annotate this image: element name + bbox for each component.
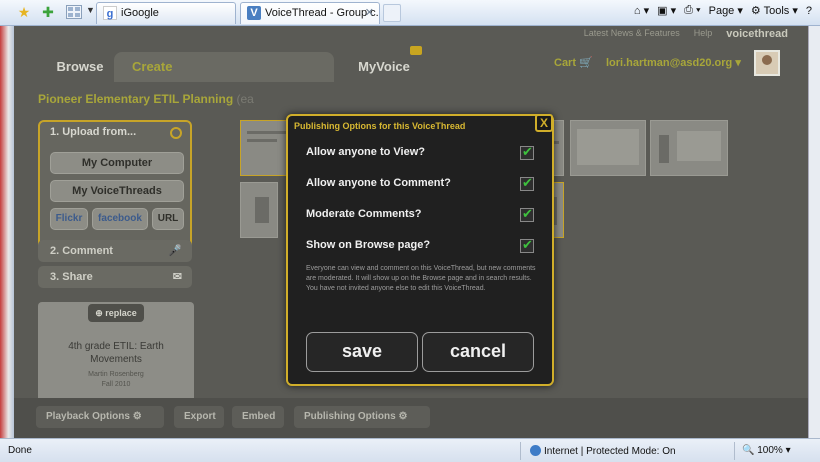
browser-tab-igoogle[interactable]: g iGoogle <box>96 2 236 24</box>
google-icon: g <box>103 6 117 20</box>
command-bar: ⌂ ▾ ▣ ▾ ⎙ ▾ Page ▾ ⚙ Tools ▾ ? <box>634 4 812 17</box>
help-icon[interactable]: ? <box>806 5 812 17</box>
status-divider <box>520 442 521 460</box>
browser-tab-bar: ★ ✚ ▼ g iGoogle V VoiceThread - Group c.… <box>0 0 820 26</box>
slide-thumbnail[interactable] <box>570 120 646 176</box>
embed-button[interactable]: Embed <box>232 406 284 428</box>
share-step[interactable]: 3. Share ✉ <box>38 266 192 288</box>
status-text: Done <box>8 445 32 456</box>
favorites-star-icon[interactable]: ★ <box>16 4 32 20</box>
chevron-down-icon: ▾ <box>735 57 741 69</box>
facebook-button[interactable]: facebook <box>92 208 148 230</box>
status-bar: Done Internet | Protected Mode: On 🔍 100… <box>0 438 820 462</box>
add-favorites-icon[interactable]: ✚ <box>40 4 56 20</box>
option-label: Allow anyone to Comment? <box>306 177 451 189</box>
show-on-browse-checkbox[interactable] <box>520 237 534 253</box>
tab-create[interactable]: Create <box>114 52 334 82</box>
url-button[interactable]: URL <box>152 208 184 230</box>
tab-label: VoiceThread - Group c... <box>265 7 380 19</box>
upload-panel-title: 1. Upload from... <box>50 126 137 138</box>
page-menu[interactable]: Page ▾ <box>709 4 743 17</box>
allow-comment-checkbox[interactable] <box>520 175 534 191</box>
slide-thumbnail[interactable] <box>240 182 278 238</box>
cart-icon: 🛒 <box>579 57 593 69</box>
voicethread-tab-icon: V <box>247 6 261 20</box>
tab-label: iGoogle <box>121 7 159 19</box>
my-computer-button[interactable]: My Computer <box>50 152 184 174</box>
option-label: Show on Browse page? <box>306 239 431 251</box>
voicethread-logo: voicethread <box>726 28 788 40</box>
flickr-button[interactable]: Flickr <box>50 208 88 230</box>
home-icon[interactable]: ⌂ ▾ <box>634 4 649 17</box>
close-button[interactable]: X <box>535 114 553 132</box>
status-divider <box>734 442 735 460</box>
publishing-options-button[interactable]: Publishing Options ⚙ <box>294 406 430 428</box>
bottom-toolbar: Playback Options ⚙ Export Embed Publishi… <box>14 398 808 438</box>
help-link[interactable]: Help <box>694 28 713 40</box>
playback-options-button[interactable]: Playback Options ⚙ <box>36 406 164 428</box>
gear-icon: ⚙ <box>398 411 408 422</box>
news-link[interactable]: Latest News & Features <box>584 28 680 40</box>
comment-step[interactable]: 2. Comment 🎤 <box>38 240 192 262</box>
zoom-level[interactable]: 🔍 100% ▾ <box>742 445 791 456</box>
left-window-edge <box>0 26 14 438</box>
screen: ★ ✚ ▼ g iGoogle V VoiceThread - Group c.… <box>0 0 820 462</box>
feeds-icon[interactable]: ▣ ▾ <box>657 4 676 17</box>
card-title: 4th grade ETIL: Earth Movements <box>68 341 164 365</box>
upload-panel: 1. Upload from... My Computer My VoiceTh… <box>38 120 192 260</box>
avatar[interactable] <box>754 50 780 76</box>
new-tab-button[interactable] <box>383 4 401 22</box>
my-voicethreads-button[interactable]: My VoiceThreads <box>50 180 184 202</box>
export-button[interactable]: Export <box>174 406 224 428</box>
card-subtitle: Martin Rosenberg Fall 2010 <box>88 371 144 388</box>
save-button[interactable]: save <box>306 332 418 372</box>
refresh-icon[interactable] <box>170 127 182 139</box>
settings-description: Everyone can view and comment on this Vo… <box>306 265 536 292</box>
option-label: Allow anyone to View? <box>306 146 425 158</box>
notification-bubble-icon <box>410 46 422 55</box>
print-icon[interactable]: ⎙ ▾ <box>684 4 700 17</box>
gear-icon: ⚙ <box>132 411 142 422</box>
tab-list-dropdown-icon[interactable]: ▼ <box>86 5 95 15</box>
slide-thumbnail[interactable] <box>650 120 728 176</box>
moderate-comments-checkbox[interactable] <box>520 206 534 222</box>
user-menu[interactable]: lori.hartman@asd20.org ▾ <box>606 56 741 69</box>
option-label: Moderate Comments? <box>306 208 422 220</box>
quick-tabs-icon[interactable] <box>66 5 82 19</box>
tab-myvoice[interactable]: MyVoice <box>344 52 424 82</box>
replace-button[interactable]: ⊕ replace <box>88 304 144 322</box>
publishing-options-dialog: Publishing Options for this VoiceThread … <box>286 114 554 386</box>
dialog-title: Publishing Options for this VoiceThread <box>294 121 466 131</box>
allow-view-checkbox[interactable] <box>520 144 534 160</box>
cart-link[interactable]: Cart 🛒 <box>554 56 593 69</box>
close-tab-icon[interactable]: ✕ <box>365 3 374 23</box>
page-title: Pioneer Elementary ETIL Planning (ea <box>38 92 254 106</box>
voicethread-app: Latest News & Features Help voicethread … <box>14 26 808 438</box>
top-links: Latest News & Features Help voicethread <box>584 28 788 40</box>
scrollbar[interactable] <box>808 26 820 438</box>
browser-tab-voicethread[interactable]: V VoiceThread - Group c... ✕ <box>240 2 380 24</box>
security-zone[interactable]: Internet | Protected Mode: On <box>530 445 676 457</box>
microphone-icon: 🎤 <box>168 245 182 257</box>
cancel-button[interactable]: cancel <box>422 332 534 372</box>
envelope-icon: ✉ <box>172 271 182 283</box>
globe-icon <box>530 445 541 456</box>
tools-menu[interactable]: ⚙ Tools ▾ <box>751 4 798 17</box>
